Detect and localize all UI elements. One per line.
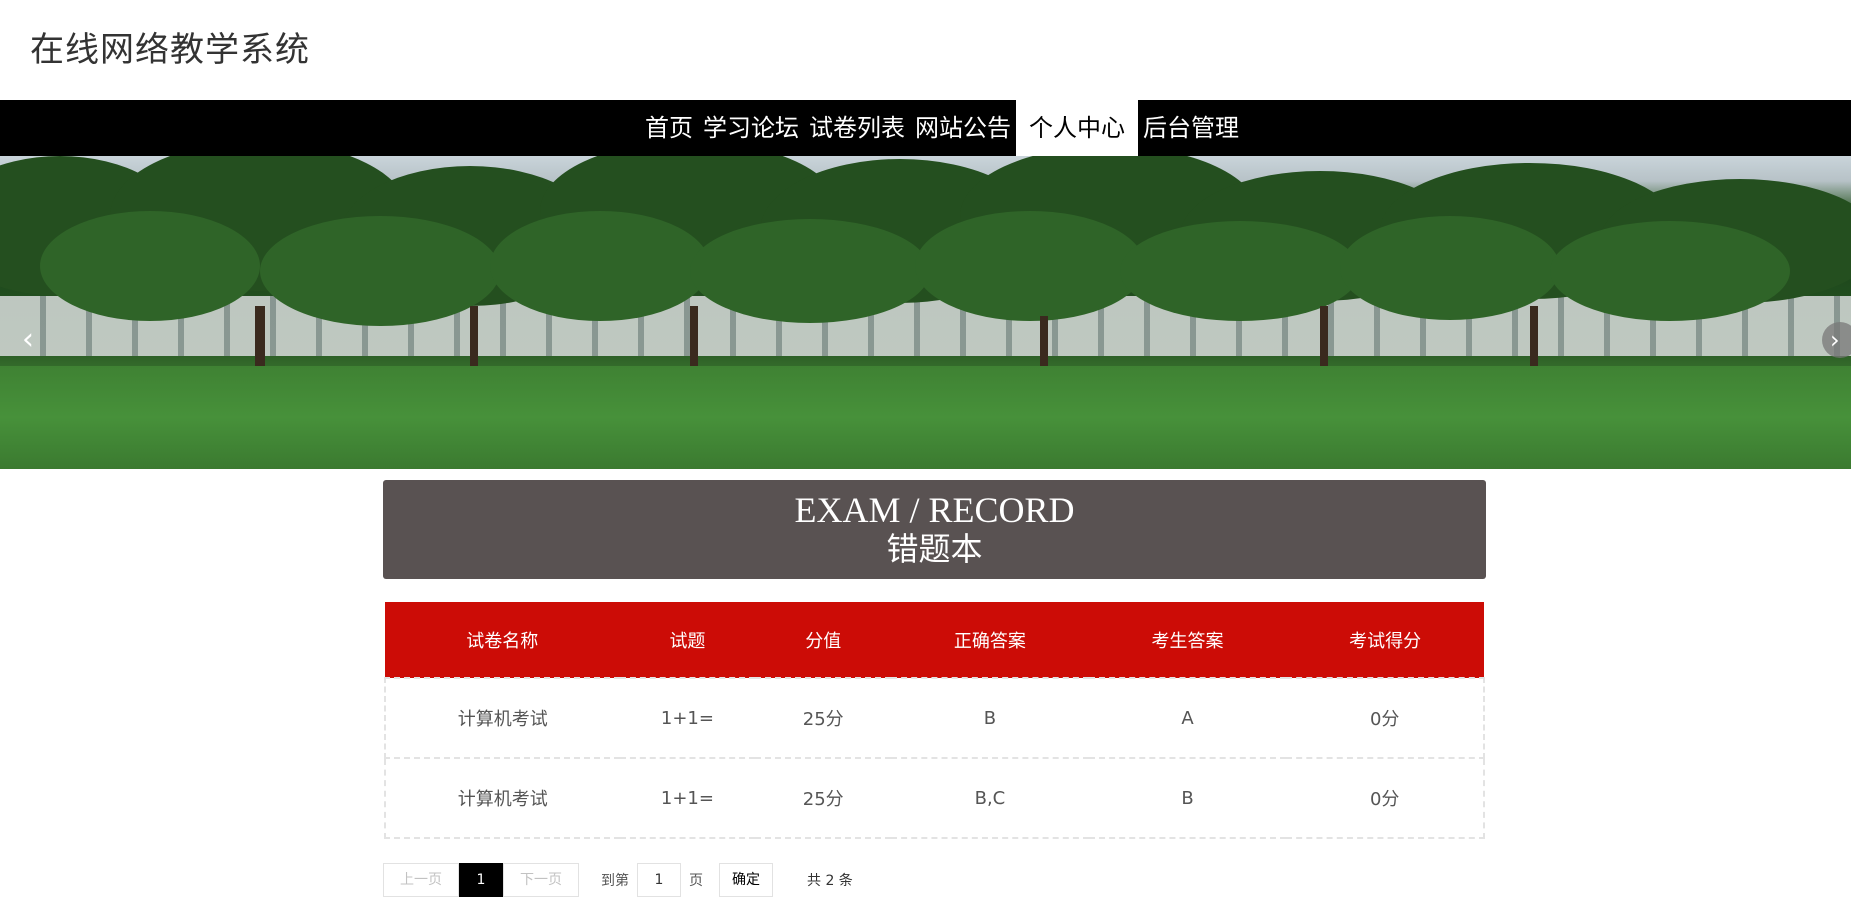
cell-exam-name: 计算机考试 (384, 757, 620, 839)
cell-correct-answer: B,C (891, 757, 1089, 839)
column-header-correct-answer: 正确答案 (891, 602, 1089, 678)
chevron-right-icon: › (1830, 326, 1840, 354)
record-header-chinese: 错题本 (886, 531, 983, 567)
nav-item-announcements[interactable]: 网站公告 (910, 100, 1016, 156)
column-header-score-value: 分值 (755, 602, 892, 678)
pagination: 上一页 1 下一页 到第 页 确定 共 2 条 (383, 863, 853, 897)
record-section-header: EXAM / RECORD 错题本 (383, 480, 1486, 579)
record-header-english: EXAM / RECORD (794, 490, 1075, 530)
table-row: 计算机考试 1+1= 25分 B,C B 0分 (384, 757, 1485, 839)
goto-page-label: 到第 (601, 873, 629, 889)
prev-page-button[interactable]: 上一页 (383, 863, 459, 897)
table-row: 计算机考试 1+1= 25分 B A 0分 (384, 677, 1485, 759)
cell-exam-score: 0分 (1286, 677, 1485, 759)
nav-list: 首页 学习论坛 试卷列表 网站公告 个人中心 后台管理 (640, 100, 1244, 156)
site-title: 在线网络教学系统 (30, 30, 310, 70)
nav-item-exam-list[interactable]: 试卷列表 (804, 100, 910, 156)
column-header-question: 试题 (619, 602, 756, 678)
banner-lawn (0, 366, 1851, 469)
cell-score-value: 25分 (755, 757, 892, 839)
column-header-student-answer: 考生答案 (1088, 602, 1287, 678)
cell-question: 1+1= (619, 677, 756, 759)
cell-score-value: 25分 (755, 677, 892, 759)
carousel-prev-button[interactable]: ‹ (12, 320, 44, 360)
goto-page-input[interactable] (637, 863, 681, 897)
cell-student-answer: B (1088, 757, 1287, 839)
cell-exam-name: 计算机考试 (384, 677, 620, 759)
cell-correct-answer: B (891, 677, 1089, 759)
banner-carousel: ‹ › (0, 156, 1851, 469)
current-page-indicator[interactable]: 1 (459, 863, 503, 897)
cell-question: 1+1= (619, 757, 756, 839)
page-unit-label: 页 (689, 873, 703, 889)
wrong-answers-table: 试卷名称 试题 分值 正确答案 考生答案 考试得分 计算机考试 1+1= 25分… (384, 602, 1485, 839)
nav-item-personal-center[interactable]: 个人中心 (1016, 100, 1138, 156)
main-nav: 首页 学习论坛 试卷列表 网站公告 个人中心 后台管理 (0, 100, 1851, 156)
cell-exam-score: 0分 (1286, 757, 1485, 839)
column-header-exam-name: 试卷名称 (385, 602, 620, 678)
total-records-label: 共 2 条 (807, 873, 853, 889)
next-page-button[interactable]: 下一页 (503, 863, 579, 897)
banner-tree-canopy (0, 156, 1851, 366)
goto-page-confirm-button[interactable]: 确定 (719, 863, 773, 897)
cell-student-answer: A (1088, 677, 1287, 759)
nav-item-admin[interactable]: 后台管理 (1138, 100, 1244, 156)
table-header-row: 试卷名称 试题 分值 正确答案 考生答案 考试得分 (385, 602, 1484, 678)
nav-item-forum[interactable]: 学习论坛 (698, 100, 804, 156)
column-header-exam-score: 考试得分 (1286, 602, 1484, 678)
carousel-next-button[interactable]: › (1822, 322, 1851, 358)
site-header: 在线网络教学系统 (0, 0, 1851, 100)
nav-item-home[interactable]: 首页 (640, 100, 698, 156)
chevron-left-icon: ‹ (22, 322, 34, 357)
